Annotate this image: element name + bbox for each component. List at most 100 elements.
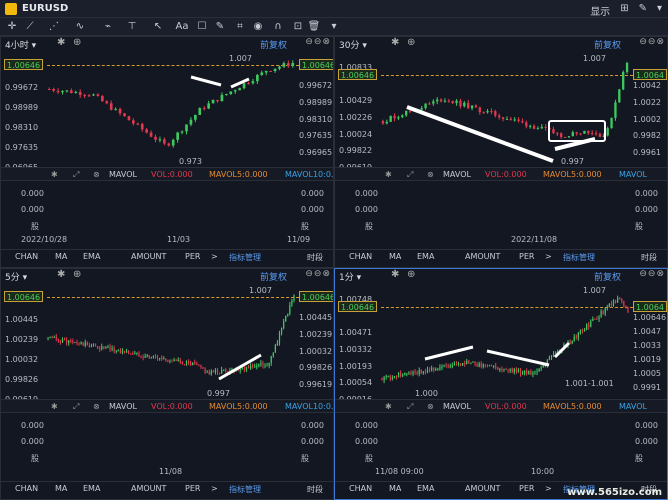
- indicator-tab[interactable]: CHAN: [15, 484, 38, 493]
- indicator-tab[interactable]: 时段: [641, 252, 657, 263]
- add-indicator-icon[interactable]: ⊕: [73, 37, 81, 48]
- indicator-tab[interactable]: AMOUNT: [465, 252, 500, 261]
- arrow-icon[interactable]: ↖: [150, 20, 166, 34]
- indicator-tab[interactable]: EMA: [83, 484, 100, 493]
- trend-icon[interactable]: ⋰: [46, 20, 62, 34]
- close-indicator-icon[interactable]: ⊗: [93, 170, 100, 179]
- indicator-tab[interactable]: 时段: [307, 484, 323, 495]
- indicator-tab[interactable]: MA: [55, 252, 67, 261]
- indicator-tab[interactable]: MA: [389, 252, 401, 261]
- annotation-arrow[interactable]: [486, 349, 550, 367]
- annotation-box[interactable]: [548, 120, 606, 142]
- annotation-arrow[interactable]: [406, 105, 554, 163]
- candlestick-chart[interactable]: [381, 53, 629, 163]
- candlestick-chart[interactable]: [47, 53, 295, 163]
- window-controls-icon[interactable]: ⊖⊖⊗: [639, 37, 665, 47]
- adjust-button[interactable]: 前复权: [260, 38, 287, 51]
- indicator-tab[interactable]: >: [211, 252, 218, 261]
- gear-icon[interactable]: ✱: [391, 269, 399, 280]
- indicator-gear-icon[interactable]: ✱: [385, 402, 392, 411]
- indicator-tab[interactable]: AMOUNT: [131, 252, 166, 261]
- annotation-arrow[interactable]: [424, 345, 474, 361]
- timeframe-select[interactable]: 5分 ▾: [5, 270, 27, 283]
- chart-panel[interactable]: 4小时 ▾ ✱ ⊕ 前复权 ⊖⊖⊗ 0.99672 0.98989 0.98310 0.9763…: [0, 36, 334, 268]
- indicator-tab[interactable]: >: [545, 252, 552, 261]
- adjust-button[interactable]: 前复权: [594, 270, 621, 283]
- eye-icon[interactable]: ◉: [250, 20, 266, 34]
- add-indicator-icon[interactable]: ⊕: [73, 269, 81, 280]
- indicator-tab[interactable]: EMA: [417, 484, 434, 493]
- text-icon[interactable]: Aa: [174, 20, 190, 34]
- indicator-gear-icon[interactable]: ✱: [385, 170, 392, 179]
- ruler-icon[interactable]: ⌗: [232, 20, 248, 34]
- edit-icon[interactable]: ✎: [212, 20, 228, 34]
- brush-icon[interactable]: ⌁: [100, 20, 116, 34]
- chart-panel[interactable]: 1分 ▾ ✱ ⊕ 前复权 ⊖⊖⊗ 1.00748 1.00471 1.00332 1.00193…: [334, 268, 668, 500]
- gear-icon[interactable]: ✱: [391, 37, 399, 48]
- indicator-tab[interactable]: AMOUNT: [465, 484, 500, 493]
- indicator-tab[interactable]: 指标管理: [229, 252, 261, 263]
- timeframe-select[interactable]: 4小时 ▾: [5, 38, 36, 51]
- annotation-arrow[interactable]: [230, 77, 250, 89]
- indicator-tab[interactable]: 指标管理: [229, 484, 261, 495]
- pencil-icon[interactable]: ✎: [639, 3, 647, 18]
- symbol-title[interactable]: EURUSD: [22, 3, 68, 14]
- add-indicator-icon[interactable]: ⊕: [407, 269, 415, 280]
- chart-panel[interactable]: 30分 ▾ ✱ ⊕ 前复权 ⊖⊖⊗ 1.00833 1.00429 1.00226 1.0002…: [334, 36, 668, 268]
- display-menu[interactable]: 显示: [590, 3, 610, 18]
- cursor-icon[interactable]: ✛: [4, 20, 20, 34]
- indicator-tab[interactable]: 指标管理: [563, 252, 595, 263]
- indicator-tab[interactable]: >: [545, 484, 552, 493]
- indicator-tab[interactable]: PER: [519, 252, 534, 261]
- chart-panel[interactable]: 5分 ▾ ✱ ⊕ 前复权 ⊖⊖⊗ 1.00445 1.00239 1.00032 0.99826…: [0, 268, 334, 500]
- measure-icon[interactable]: ⊤: [124, 20, 140, 34]
- add-indicator-icon[interactable]: ⊕: [407, 37, 415, 48]
- expand-icon[interactable]: ⤢: [407, 402, 413, 412]
- indicator-tab[interactable]: EMA: [83, 252, 100, 261]
- indicator-tab[interactable]: 时段: [307, 252, 323, 263]
- indicator-tab[interactable]: EMA: [417, 252, 434, 261]
- window-controls-icon[interactable]: ⊖⊖⊗: [305, 269, 331, 279]
- expand-icon[interactable]: ⤢: [73, 170, 79, 180]
- indicator-tab[interactable]: PER: [185, 484, 200, 493]
- close-indicator-icon[interactable]: ⊗: [427, 402, 434, 411]
- annotation-arrow[interactable]: [190, 75, 222, 87]
- timeframe-select[interactable]: 1分 ▾: [339, 270, 361, 283]
- more-tools-icon[interactable]: ▾: [326, 20, 342, 34]
- close-indicator-icon[interactable]: ⊗: [93, 402, 100, 411]
- close-indicator-icon[interactable]: ⊗: [427, 170, 434, 179]
- lock-icon[interactable]: ⊡: [290, 20, 306, 34]
- more-icon[interactable]: ▾: [657, 3, 662, 18]
- trash-icon[interactable]: 🗑: [306, 20, 322, 34]
- magnet-icon[interactable]: ∩: [270, 20, 286, 34]
- expand-icon[interactable]: ⤢: [407, 170, 413, 180]
- indicator-tab[interactable]: AMOUNT: [131, 484, 166, 493]
- indicator-tab[interactable]: >: [211, 484, 218, 493]
- indicator-gear-icon[interactable]: ✱: [51, 402, 58, 411]
- adjust-button[interactable]: 前复权: [260, 270, 287, 283]
- window-controls-icon[interactable]: ⊖⊖⊗: [639, 269, 665, 279]
- indicator-name[interactable]: MAVOL: [443, 170, 471, 179]
- indicator-name[interactable]: MAVOL: [109, 402, 137, 411]
- annotation-arrow[interactable]: [553, 341, 571, 359]
- indicator-tab[interactable]: PER: [519, 484, 534, 493]
- indicator-gear-icon[interactable]: ✱: [51, 170, 58, 179]
- indicator-tab[interactable]: MA: [55, 484, 67, 493]
- indicator-name[interactable]: MAVOL: [443, 402, 471, 411]
- indicator-tab[interactable]: CHAN: [349, 484, 372, 493]
- gear-icon[interactable]: ✱: [57, 37, 65, 48]
- indicator-tab[interactable]: MA: [389, 484, 401, 493]
- indicator-tab[interactable]: CHAN: [15, 252, 38, 261]
- polyline-icon[interactable]: ∿: [72, 20, 88, 34]
- adjust-button[interactable]: 前复权: [594, 38, 621, 51]
- indicator-name[interactable]: MAVOL: [109, 170, 137, 179]
- gear-icon[interactable]: ✱: [57, 269, 65, 280]
- layout-grid-icon[interactable]: ⊞: [620, 3, 628, 18]
- line-icon[interactable]: ⟋: [22, 20, 38, 34]
- indicator-tab[interactable]: CHAN: [349, 252, 372, 261]
- indicator-tab[interactable]: PER: [185, 252, 200, 261]
- window-controls-icon[interactable]: ⊖⊖⊗: [305, 37, 331, 47]
- candlestick-chart[interactable]: [47, 285, 295, 395]
- note-icon[interactable]: ☐: [194, 20, 210, 34]
- timeframe-select[interactable]: 30分 ▾: [339, 38, 367, 51]
